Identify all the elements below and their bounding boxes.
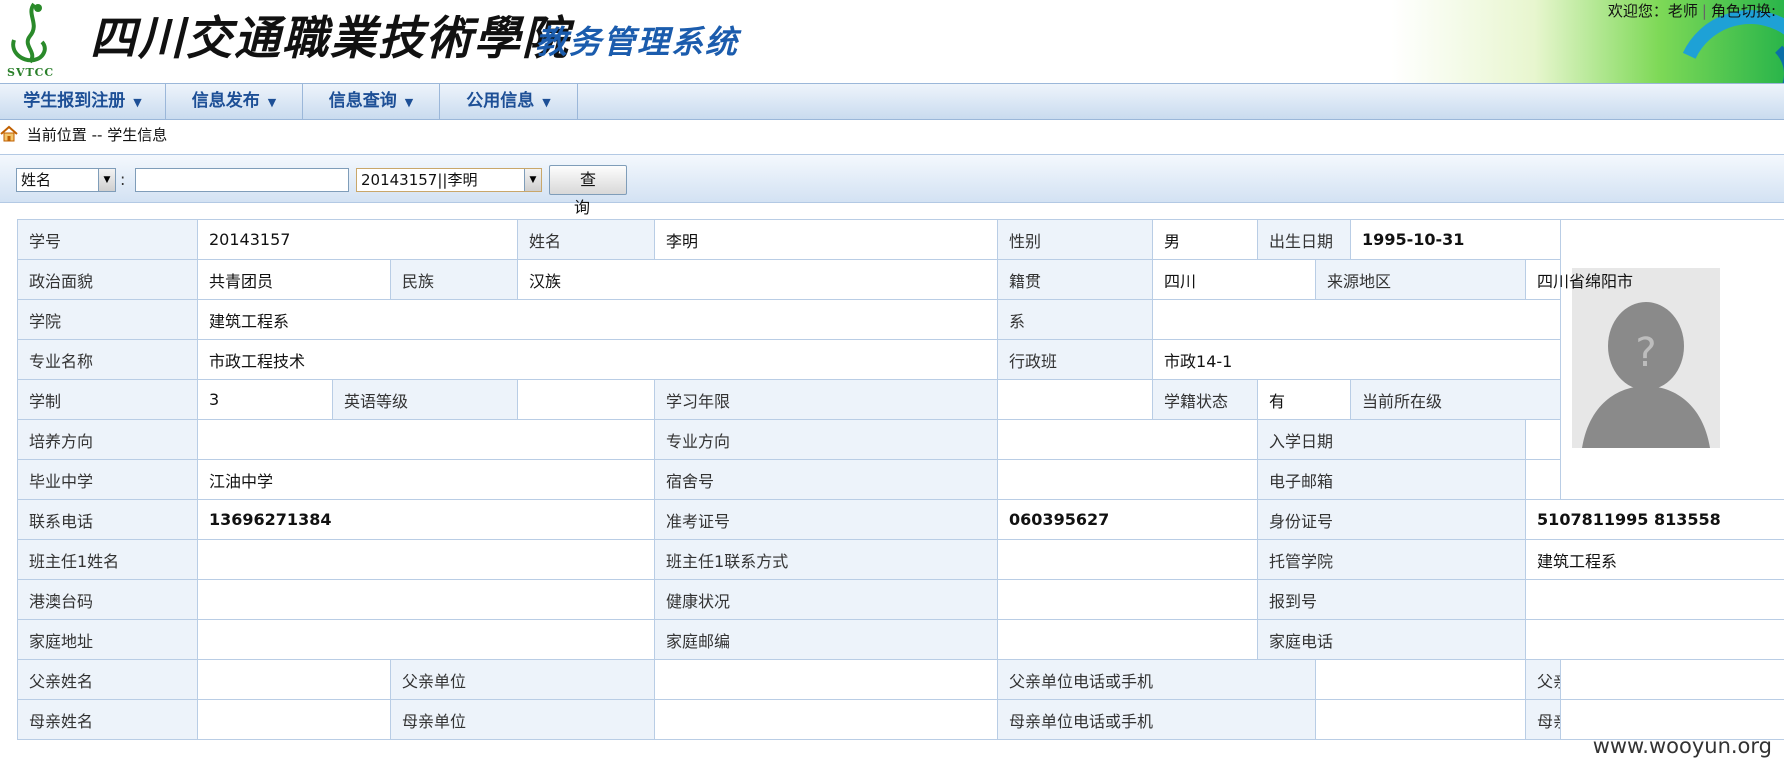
table-row: 学制 3 英语等级 学习年限 学籍状态 有 当前所在级 2014 [17,379,1784,420]
table-row: 专业名称 市政工程技术 行政班 市政14-1 [17,339,1784,380]
welcome-text: 欢迎您：老师 [1607,2,1698,20]
logo-text: SVTCC [7,66,55,79]
table-row: 毕业中学 江油中学 宿舍号 电子邮箱 [17,459,1784,500]
search-field-select[interactable]: 姓名 ▼ [16,168,116,192]
table-row: 母亲姓名 母亲单位 母亲单位电话或手机 母亲单位邮编 [17,699,1784,740]
search-bar: 姓名 ▼ : 20143157||李明 ▼ 查 询 [0,154,1784,217]
home-icon [0,125,18,142]
table-row: 联系电话 13696271384 准考证号 060395627 身份证号 510… [17,499,1784,540]
nav-item-info-query[interactable]: 信息查询 ▼ [303,84,440,119]
table-row: 港澳台码 健康状况 报到号 [17,579,1784,620]
student-select[interactable]: 20143157||李明 ▼ [356,168,542,192]
breadcrumb: 当前位置 -- 学生信息 [0,121,167,149]
breadcrumb-current: 学生信息 [107,126,168,144]
search-input[interactable] [135,168,349,192]
table-row: 政治面貌 共青团员 民族 汉族 籍贯 四川 来源地区 四川省绵阳市 [17,259,1784,300]
table-row: 学号 20143157 姓名 李明 性别 男 出生日期 1995-10-31 ? [17,219,1784,500]
role-switch-link[interactable]: 角色切换: [1711,2,1776,20]
table-row: 家庭地址 家庭邮编 家庭电话 [17,619,1784,660]
breadcrumb-sep: -- [91,126,103,144]
table-row: 培养方向 专业方向 入学日期 [17,419,1784,460]
welcome-area: 欢迎您：老师 | 角色切换: [1607,2,1776,20]
nav-item-info-publish[interactable]: 信息发布 ▼ [166,84,303,119]
svg-text:?: ? [1635,330,1656,376]
person-placeholder-icon: ? [1572,267,1721,448]
nav-item-public-info[interactable]: 公用信息 ▼ [440,84,578,119]
main-nav: 学生报到注册 ▼ 信息发布 ▼ 信息查询 ▼ 公用信息 ▼ [0,83,1784,120]
student-info-table: 学号 20143157 姓名 李明 性别 男 出生日期 1995-10-31 ?… [17,219,1784,740]
table-row: 学院 建筑工程系 系 [17,299,1784,340]
caret-down-icon: ▼ [404,96,414,109]
system-name: 教务管理系统 [535,23,740,61]
dropdown-arrow-icon: ▼ [524,169,541,191]
table-row: 父亲姓名 父亲单位 父亲单位电话或手机 父亲单位邮编 [17,659,1784,700]
app-header: SVTCC 四川交通職業技術學院 教务管理系统 欢迎您：老师 | 角色切换: [0,0,1784,83]
nav-item-student-registration[interactable]: 学生报到注册 ▼ [0,84,166,119]
caret-down-icon: ▼ [267,96,277,109]
dropdown-arrow-icon: ▼ [98,169,115,191]
breadcrumb-prefix: 当前位置 [26,126,87,144]
school-name: 四川交通職業技術學院 [90,11,570,65]
caret-down-icon: ▼ [133,96,142,109]
caret-down-icon: ▼ [542,96,551,109]
table-row: 班主任1姓名 班主任1联系方式 托管学院 建筑工程系 [17,539,1784,580]
search-colon: : [120,170,126,189]
query-button[interactable]: 查 询 [549,165,627,217]
watermark: www.wooyun.org [1592,734,1772,758]
student-info-panel: 学号 20143157 姓名 李明 性别 男 出生日期 1995-10-31 ?… [17,219,1784,740]
